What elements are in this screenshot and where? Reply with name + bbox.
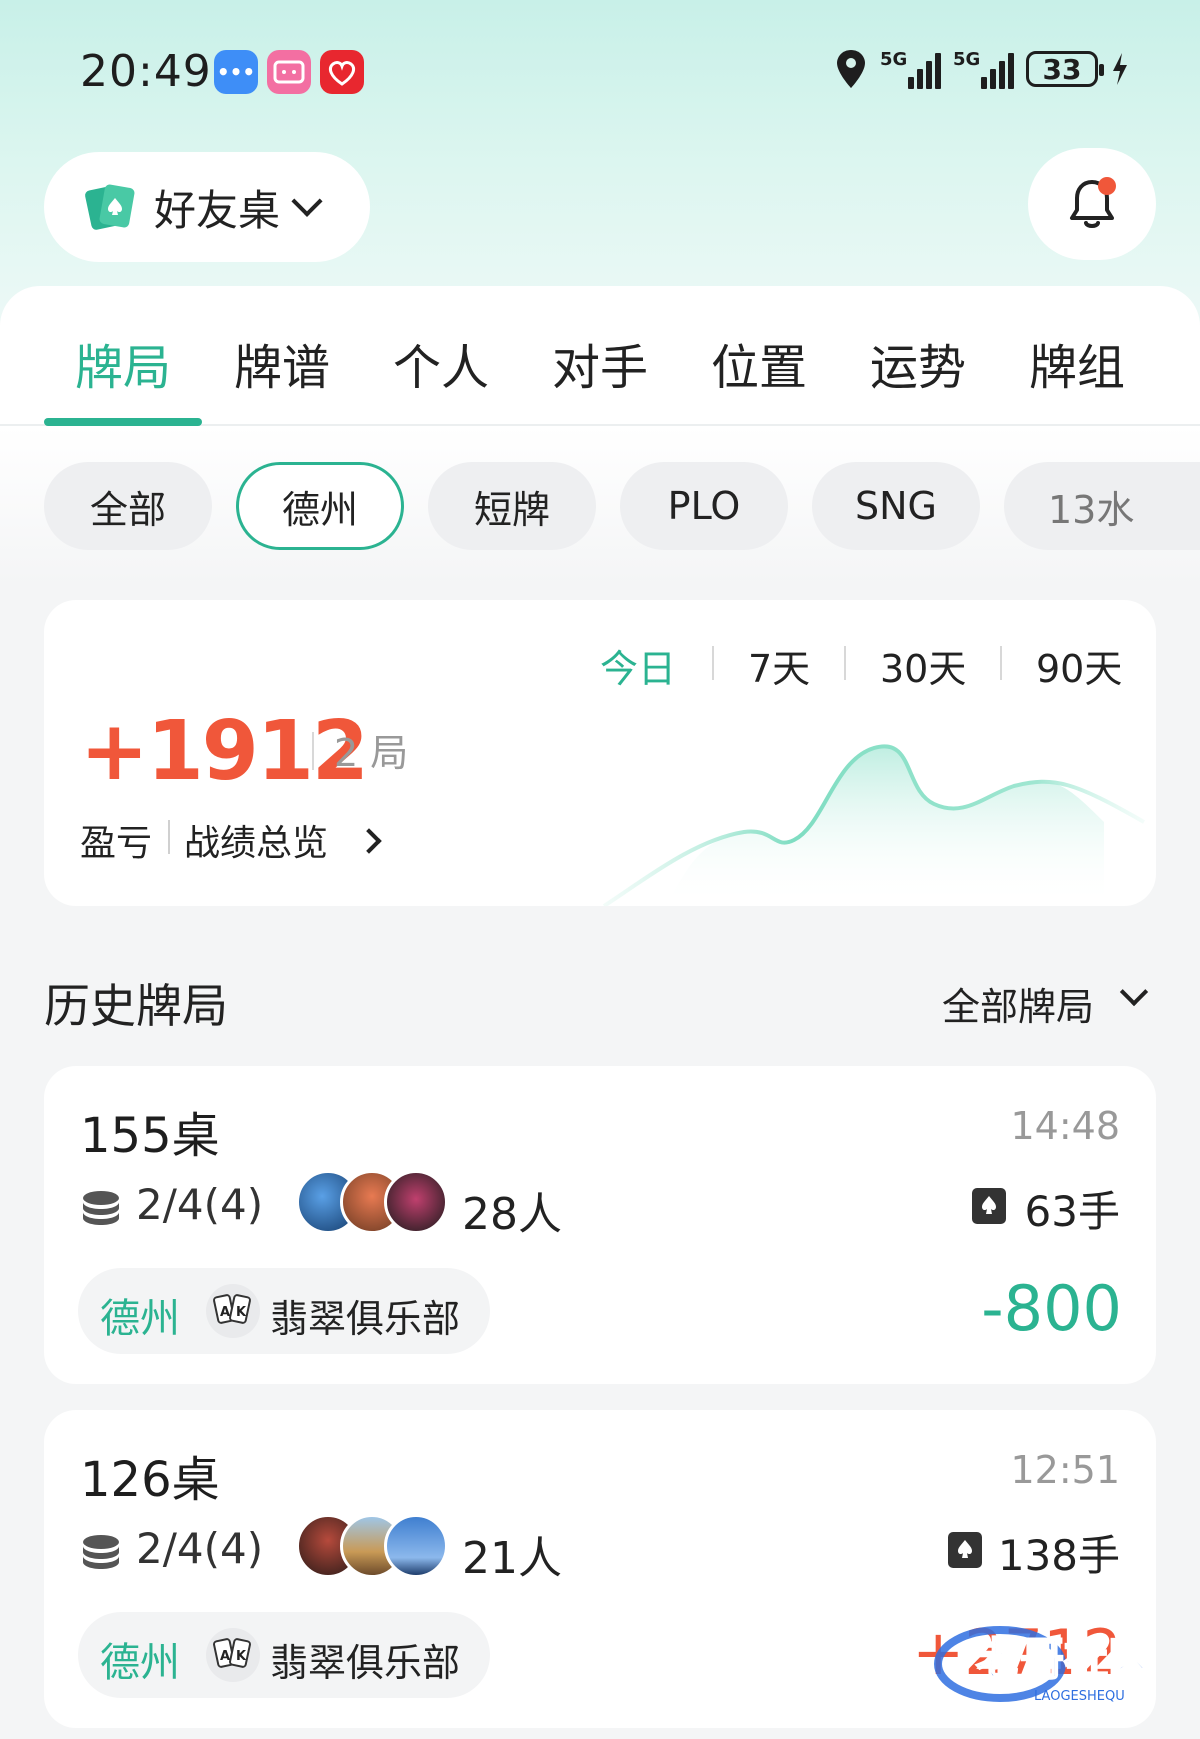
trend-sparkline — [602, 744, 1145, 906]
game-blinds: 2/4(4) — [136, 1180, 264, 1229]
player-avatars — [296, 1514, 456, 1578]
tab-luck[interactable]: 运势 — [870, 328, 966, 398]
shopping-app-icon — [320, 50, 364, 94]
chevron-down-icon — [1119, 977, 1149, 1007]
game-tag: 德州 AK 翡翠俱乐部 — [78, 1268, 490, 1354]
profit-value: +1912 — [80, 704, 369, 799]
status-icons: 5G 5G 33 — [834, 48, 1130, 90]
period-30-days[interactable]: 30天 — [880, 638, 966, 693]
svg-text:K: K — [236, 1649, 247, 1664]
filter-holdem[interactable]: 德州 — [236, 462, 404, 550]
notification-button[interactable] — [1028, 148, 1156, 260]
game-type: 德州 — [100, 1296, 180, 1342]
svg-text:老哥社区: 老哥社区 — [976, 1634, 1152, 1685]
filter-plo[interactable]: PLO — [620, 462, 788, 550]
club-logo-icon: AK — [206, 1284, 260, 1338]
overview-link[interactable]: 战绩总览 — [184, 814, 328, 866]
chips-icon — [83, 1191, 119, 1225]
tab-game[interactable]: 牌局 — [75, 328, 171, 398]
filter-short-deck[interactable]: 短牌 — [428, 462, 596, 550]
signal-2-icon: 5G — [953, 49, 1014, 89]
bell-icon — [1070, 177, 1116, 228]
hand-card-icon — [948, 1532, 982, 1568]
filter-all[interactable]: 全部 — [44, 462, 212, 550]
bilibili-app-icon — [267, 50, 311, 94]
game-time: 14:48 — [1010, 1104, 1120, 1148]
game-time: 12:51 — [1010, 1448, 1120, 1492]
filter-sng[interactable]: SNG — [812, 462, 980, 550]
game-name: 126桌 — [80, 1452, 220, 1508]
clock: 20:49 — [80, 46, 212, 97]
battery-icon: 33 — [1026, 51, 1104, 87]
game-type: 德州 — [100, 1640, 180, 1686]
player-count: 21人 — [462, 1533, 562, 1584]
rounds-count: 2 局 — [334, 731, 409, 775]
chips-icon — [83, 1535, 119, 1569]
game-type-filters: 全部 德州 短牌 PLO SNG 13水 — [0, 426, 1200, 586]
club-name: 翡翠俱乐部 — [270, 1297, 461, 1341]
app-screen: 20:49 ••• 5G 5G 33 好友桌 牌局 牌谱 个人 对手 位置 运势… — [0, 0, 1200, 1739]
history-filter[interactable]: 全部牌局 — [942, 976, 1094, 1031]
svg-text:K: K — [236, 1305, 247, 1320]
player-count: 28人 — [462, 1189, 562, 1240]
history-title: 历史牌局 — [44, 979, 228, 1033]
signal-1-icon: 5G — [880, 49, 941, 89]
tab-position[interactable]: 位置 — [711, 328, 807, 398]
hand-card-icon — [972, 1188, 1006, 1224]
game-card[interactable]: 155桌 14:48 2/4(4) 28人 63手 德州 A K 翡翠俱乐部 -… — [44, 1066, 1156, 1384]
location-icon — [837, 50, 865, 88]
game-blinds: 2/4(4) — [136, 1524, 264, 1573]
club-name: 翡翠俱乐部 — [270, 1641, 461, 1685]
game-name: 155桌 — [80, 1108, 220, 1164]
period-7-days[interactable]: 7天 — [748, 638, 810, 693]
hands-count: 138手 — [997, 1531, 1120, 1580]
tab-opponents[interactable]: 对手 — [552, 328, 648, 398]
table-selector-label: 好友桌 — [154, 185, 281, 235]
avatar — [384, 1170, 448, 1234]
tab-hand-groups[interactable]: 牌组 — [1029, 328, 1125, 398]
avatar — [384, 1514, 448, 1578]
status-bar: 20:49 ••• 5G 5G 33 — [0, 40, 1200, 110]
filter-13-cards[interactable]: 13水 — [1004, 462, 1200, 550]
active-tab-indicator — [44, 418, 202, 426]
messages-app-icon: ••• — [214, 50, 258, 94]
main-sheet: 牌局 牌谱 个人 对手 位置 运势 牌组 全部 德州 短牌 PLO SNG 13… — [0, 286, 1200, 1739]
club-logo-icon: AK — [206, 1628, 260, 1682]
period-90-days[interactable]: 90天 — [1036, 638, 1122, 693]
svg-text:LAOGESHEQU: LAOGESHEQU — [1034, 1689, 1125, 1704]
period-today[interactable]: 今日 — [600, 638, 676, 693]
player-avatars — [296, 1170, 456, 1234]
chevron-down-icon — [291, 185, 323, 217]
table-selector[interactable]: 好友桌 — [44, 152, 370, 262]
watermark: 老哥社区 LAOGESHEQU — [930, 1618, 1186, 1708]
game-tag: 德州 AK 翡翠俱乐部 — [78, 1612, 490, 1698]
pnl-label: 盈亏 — [80, 823, 153, 864]
game-result: -800 — [981, 1272, 1122, 1345]
tab-personal[interactable]: 个人 — [393, 328, 489, 398]
hands-count: 63手 — [1024, 1187, 1120, 1236]
svg-text:A: A — [220, 1305, 230, 1320]
cards-logo-icon — [82, 182, 138, 232]
summary-card: 今日 7天 30天 90天 +1912 2 局 盈亏 战绩总览 — [44, 600, 1156, 906]
chevron-right-icon — [356, 828, 382, 854]
svg-text:A: A — [220, 1649, 230, 1664]
tab-bar: 牌局 牌谱 个人 对手 位置 运势 牌组 — [0, 286, 1200, 426]
charging-icon — [1113, 53, 1127, 85]
tab-hand-records[interactable]: 牌谱 — [234, 328, 330, 398]
